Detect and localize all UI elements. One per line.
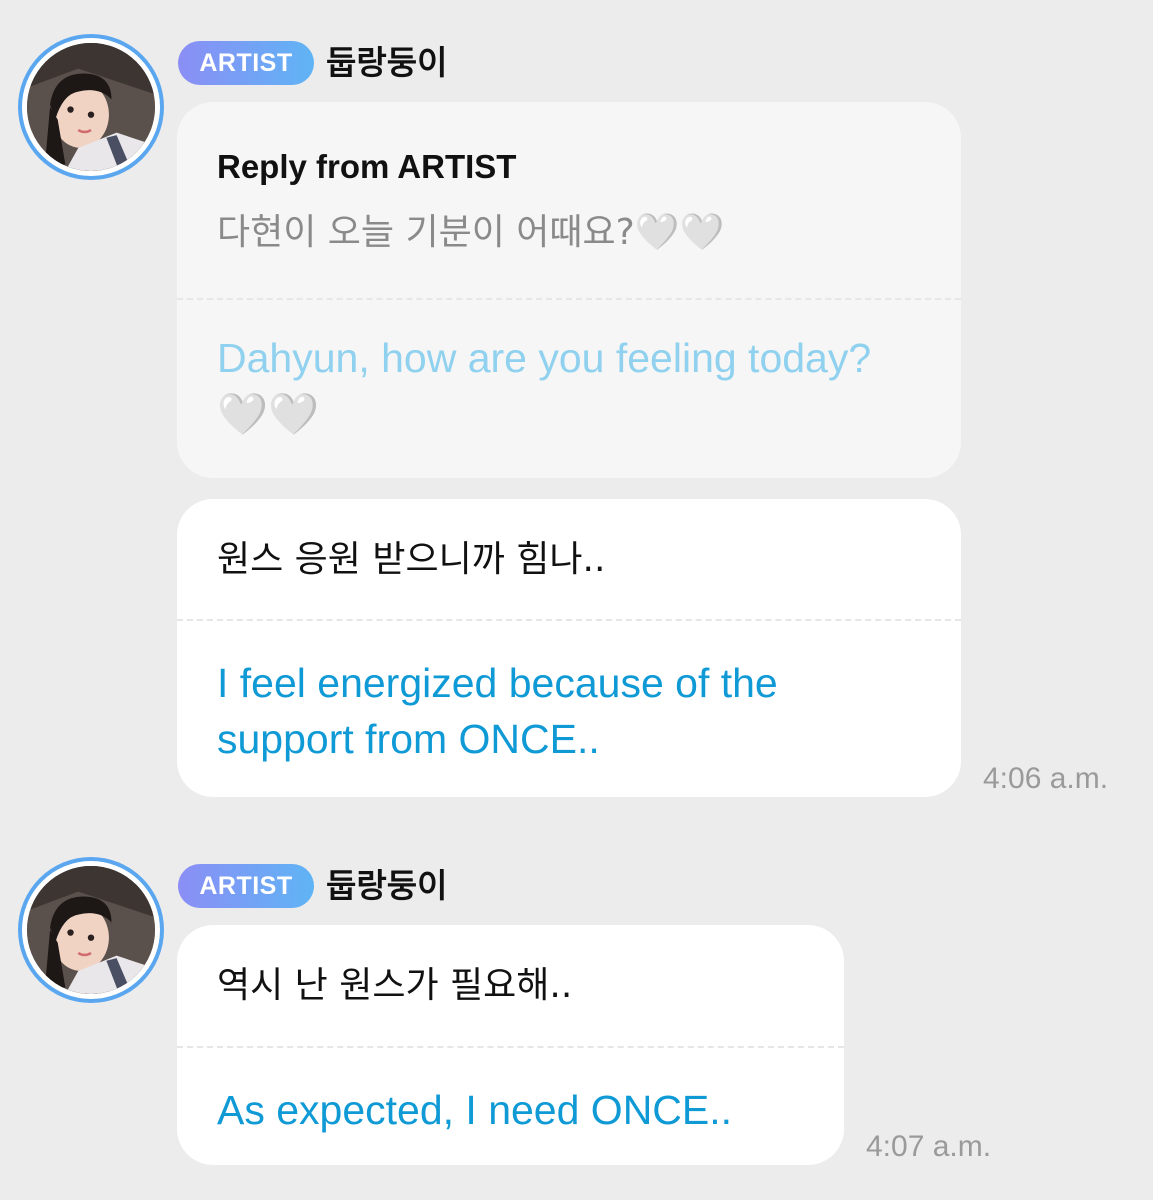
message-translation: I feel energized because of the support … — [217, 660, 778, 762]
artist-badge: ARTIST — [178, 41, 314, 85]
profile-photo-icon — [27, 866, 155, 994]
username[interactable]: 둡랑둥이 — [326, 864, 447, 908]
message-timestamp: 4:07 a.m. — [866, 1130, 992, 1163]
message-translation-section: As expected, I need ONCE.. — [177, 1048, 844, 1138]
message-timestamp: 4:06 a.m. — [983, 762, 1109, 795]
message-bubble[interactable]: 원스 응원 받으니까 힘나.. I feel energized because… — [177, 499, 961, 797]
reply-translation-section: Dahyun, how are you feeling today? 🤍🤍 — [177, 300, 961, 442]
reply-original-korean: 다현이 오늘 기분이 어때요?🤍🤍 — [217, 212, 725, 253]
message-korean-section: 원스 응원 받으니까 힘나.. — [177, 499, 961, 619]
profile-photo-icon — [27, 43, 155, 171]
avatar-photo — [22, 38, 160, 176]
avatar[interactable] — [18, 34, 164, 180]
reply-bubble[interactable]: Reply from ARTIST 다현이 오늘 기분이 어때요?🤍🤍 Dahy… — [177, 102, 961, 478]
reply-header-section: Reply from ARTIST 다현이 오늘 기분이 어때요?🤍🤍 — [177, 102, 961, 298]
message-bubble[interactable]: 역시 난 원스가 필요해.. As expected, I need ONCE.… — [177, 925, 844, 1165]
message-translation-section: I feel energized because of the support … — [177, 621, 961, 767]
avatar[interactable] — [18, 857, 164, 1003]
message-translation: As expected, I need ONCE.. — [217, 1087, 733, 1133]
message-korean-section: 역시 난 원스가 필요해.. — [177, 925, 844, 1046]
avatar-photo — [22, 861, 160, 999]
username[interactable]: 둡랑둥이 — [326, 41, 447, 85]
artist-badge: ARTIST — [178, 864, 314, 908]
reply-title: Reply from ARTIST — [217, 148, 517, 185]
message-korean: 역시 난 원스가 필요해.. — [217, 965, 573, 1006]
reply-original-translation: Dahyun, how are you feeling today? 🤍🤍 — [217, 335, 872, 437]
message-korean: 원스 응원 받으니까 힘나.. — [217, 539, 606, 580]
